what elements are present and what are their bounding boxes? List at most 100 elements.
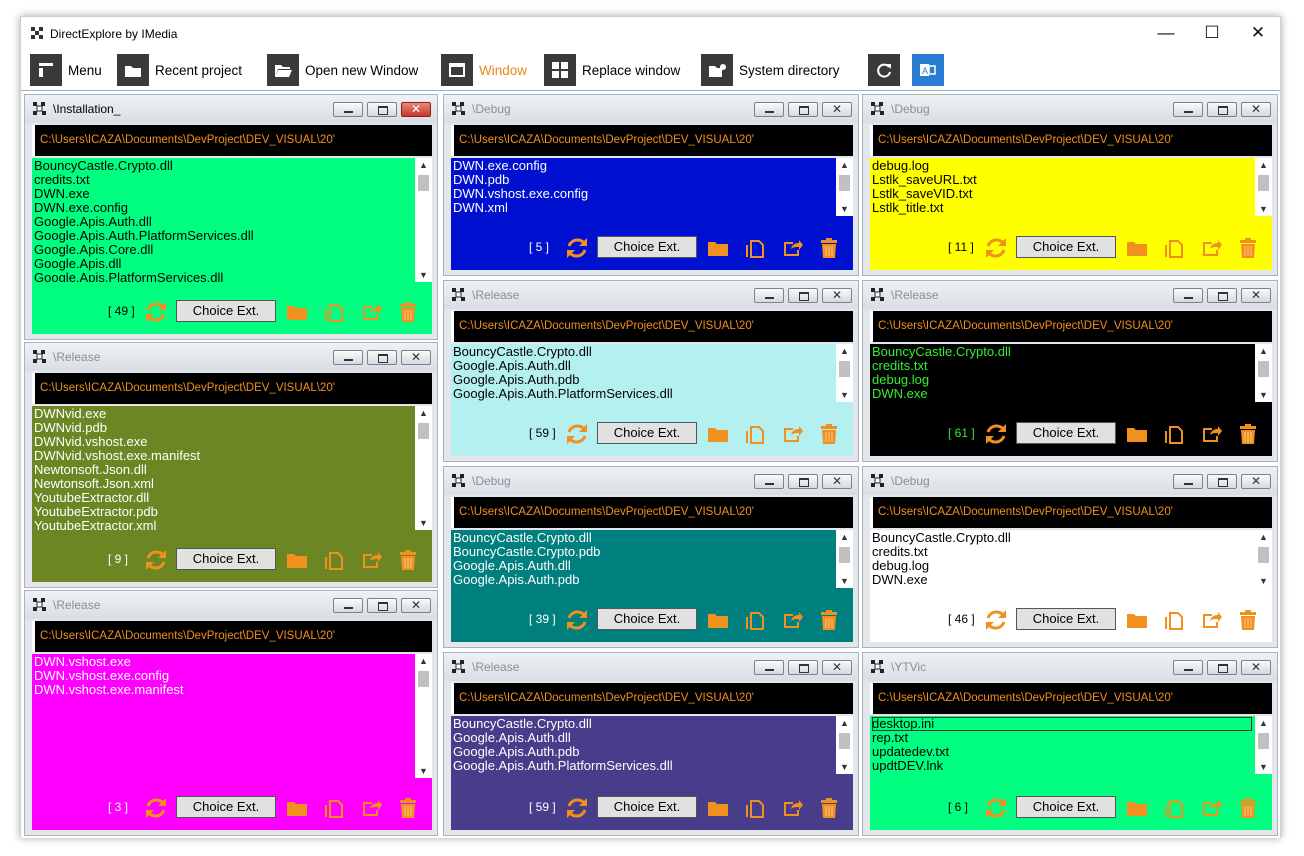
scroll-down-arrow-icon[interactable]: ▼ xyxy=(1255,202,1272,216)
copy-icon[interactable] xyxy=(744,609,766,631)
file-list[interactable]: BouncyCastle.Crypto.dll Google.Apis.Auth.… xyxy=(451,716,835,774)
file-list-item[interactable]: Google.Apis.Auth.pdb xyxy=(453,573,833,587)
panel-close-button[interactable]: ✕ xyxy=(1241,288,1271,303)
panel-maximize-button[interactable] xyxy=(1207,660,1237,675)
scroll-down-arrow-icon[interactable]: ▼ xyxy=(836,760,853,774)
panel-header[interactable]: \Debug ✕ xyxy=(863,95,1277,123)
title-bar[interactable]: DirectExplore by IMedia — ☐ ✕ xyxy=(21,17,1280,49)
explorer-panel[interactable]: \Debug ✕ C:\Users\ICAZA\Documents\DevProje… xyxy=(443,466,859,648)
panel-minimize-button[interactable] xyxy=(754,288,784,303)
refresh-icon[interactable] xyxy=(142,794,170,822)
trash-icon[interactable] xyxy=(1237,797,1259,819)
scrollbar[interactable]: ▲ ▼ xyxy=(415,158,432,282)
move-icon[interactable] xyxy=(1200,237,1222,259)
choice-ext-button[interactable]: Choice Ext. xyxy=(597,422,697,444)
panel-header[interactable]: \Debug ✕ xyxy=(444,95,858,123)
folder-icon[interactable] xyxy=(286,549,308,571)
choice-ext-button[interactable]: Choice Ext. xyxy=(1016,422,1116,444)
refresh-icon[interactable] xyxy=(563,606,591,634)
path-bar[interactable]: C:\Users\ICAZA\Documents\DevProject\DEV_… xyxy=(451,125,853,156)
refresh-icon[interactable] xyxy=(142,298,170,326)
trash-icon[interactable] xyxy=(818,423,840,445)
choice-ext-button[interactable]: Choice Ext. xyxy=(176,300,276,322)
scroll-down-arrow-icon[interactable]: ▼ xyxy=(1255,760,1272,774)
choice-ext-button[interactable]: Choice Ext. xyxy=(597,236,697,258)
file-list-item[interactable]: BouncyCastle.Crypto.dll xyxy=(872,531,1252,545)
file-list[interactable]: BouncyCastle.Crypto.dll credits.txt debug.… xyxy=(870,530,1254,588)
file-list-item[interactable]: BouncyCastle.Crypto.dll xyxy=(34,159,412,173)
trash-icon[interactable] xyxy=(397,797,419,819)
scroll-down-arrow-icon[interactable]: ▼ xyxy=(836,388,853,402)
panel-close-button[interactable]: ✕ xyxy=(401,598,431,613)
copy-icon[interactable] xyxy=(323,301,345,323)
panel-maximize-button[interactable] xyxy=(1207,288,1237,303)
scroll-thumb[interactable] xyxy=(1258,547,1269,563)
file-list-item[interactable]: debug.log xyxy=(872,159,1252,173)
scroll-thumb[interactable] xyxy=(1258,361,1269,377)
panel-close-button[interactable]: ✕ xyxy=(822,288,852,303)
panel-header[interactable]: \Release ✕ xyxy=(863,281,1277,309)
file-list-item[interactable]: DWNvid.vshost.exe xyxy=(34,435,412,449)
move-icon[interactable] xyxy=(1200,609,1222,631)
file-list[interactable]: debug.log Lstlk_saveURL.txt Lstlk_saveVID.… xyxy=(870,158,1254,216)
file-list-item[interactable]: Newtonsoft.Json.xml xyxy=(34,477,412,491)
scrollbar[interactable]: ▲ ▼ xyxy=(415,406,432,530)
panel-maximize-button[interactable] xyxy=(788,474,818,489)
toolbar-system-directory-button[interactable]: System directory xyxy=(701,54,840,86)
scroll-up-arrow-icon[interactable]: ▲ xyxy=(415,654,432,668)
scroll-thumb[interactable] xyxy=(839,547,850,563)
file-list-item[interactable]: debug.log xyxy=(872,559,1252,573)
explorer-panel[interactable]: \Release ✕ C:\Users\ICAZA\Documents\DevPro… xyxy=(443,280,859,462)
scroll-down-arrow-icon[interactable]: ▼ xyxy=(836,202,853,216)
explorer-panel[interactable]: \Release ✕ C:\Users\ICAZA\Documents\DevPro… xyxy=(24,590,438,836)
explorer-panel[interactable]: \Release ✕ C:\Users\ICAZA\Documents\DevPro… xyxy=(24,342,438,588)
file-list-item[interactable]: YoutubeExtractor.dll xyxy=(34,491,412,505)
trash-icon[interactable] xyxy=(397,549,419,571)
panel-maximize-button[interactable] xyxy=(788,660,818,675)
scroll-up-arrow-icon[interactable]: ▲ xyxy=(1255,530,1272,544)
panel-minimize-button[interactable] xyxy=(1173,288,1203,303)
scroll-thumb[interactable] xyxy=(839,175,850,191)
file-list-item[interactable]: DWN.xml xyxy=(453,201,833,215)
folder-icon[interactable] xyxy=(1126,237,1148,259)
refresh-icon[interactable] xyxy=(982,420,1010,448)
file-list-item[interactable]: DWN.vshost.exe.manifest xyxy=(34,683,412,697)
minimize-button[interactable]: — xyxy=(1143,17,1189,49)
file-list-item[interactable]: DWNvid.vshost.exe.manifest xyxy=(34,449,412,463)
trash-icon[interactable] xyxy=(818,797,840,819)
copy-icon[interactable] xyxy=(744,237,766,259)
choice-ext-button[interactable]: Choice Ext. xyxy=(1016,608,1116,630)
path-bar[interactable]: C:\Users\ICAZA\Documents\DevProject\DEV_… xyxy=(870,311,1272,342)
choice-ext-button[interactable]: Choice Ext. xyxy=(1016,236,1116,258)
file-list-item[interactable]: BouncyCastle.Crypto.dll xyxy=(453,717,833,731)
toolbar-replace-window-button[interactable]: Replace window xyxy=(544,54,680,86)
file-list-item[interactable]: Google.Apis.Auth.dll xyxy=(453,731,833,745)
refresh-icon[interactable] xyxy=(982,606,1010,634)
folder-icon[interactable] xyxy=(707,423,729,445)
path-bar[interactable]: C:\Users\ICAZA\Documents\DevProject\DEV_… xyxy=(870,683,1272,714)
scrollbar[interactable]: ▲ ▼ xyxy=(836,158,853,216)
file-list-item[interactable]: Lstlk_saveVID.txt xyxy=(872,187,1252,201)
scroll-up-arrow-icon[interactable]: ▲ xyxy=(836,344,853,358)
explorer-panel[interactable]: \Debug ✕ C:\Users\ICAZA\Documents\DevProje… xyxy=(862,94,1278,276)
scroll-down-arrow-icon[interactable]: ▼ xyxy=(415,268,432,282)
file-list[interactable]: BouncyCastle.Crypto.dll Google.Apis.Auth.… xyxy=(451,344,835,402)
file-list-item[interactable]: debug.log xyxy=(872,373,1252,387)
file-list-item[interactable]: updtDEV.lnk xyxy=(872,759,1252,773)
panel-close-button[interactable]: ✕ xyxy=(822,474,852,489)
scroll-up-arrow-icon[interactable]: ▲ xyxy=(836,158,853,172)
panel-maximize-button[interactable] xyxy=(1207,474,1237,489)
copy-icon[interactable] xyxy=(1163,423,1185,445)
file-list-item[interactable]: Lstlk_title.txt xyxy=(872,201,1252,215)
copy-icon[interactable] xyxy=(1163,797,1185,819)
toolbar-window-button[interactable]: Window xyxy=(441,54,527,86)
panel-header[interactable]: \Release ✕ xyxy=(25,343,437,371)
path-bar[interactable]: C:\Users\ICAZA\Documents\DevProject\DEV_… xyxy=(451,497,853,528)
panel-header[interactable]: \Installation_ ✕ xyxy=(25,95,437,123)
panel-minimize-button[interactable] xyxy=(754,474,784,489)
scrollbar[interactable]: ▲ ▼ xyxy=(1255,344,1272,402)
scroll-thumb[interactable] xyxy=(1258,733,1269,749)
move-icon[interactable] xyxy=(360,301,382,323)
file-list-item[interactable]: Google.Apis.Auth.pdb xyxy=(453,745,833,759)
file-list-item[interactable]: DWN.vshost.exe.config xyxy=(34,669,412,683)
